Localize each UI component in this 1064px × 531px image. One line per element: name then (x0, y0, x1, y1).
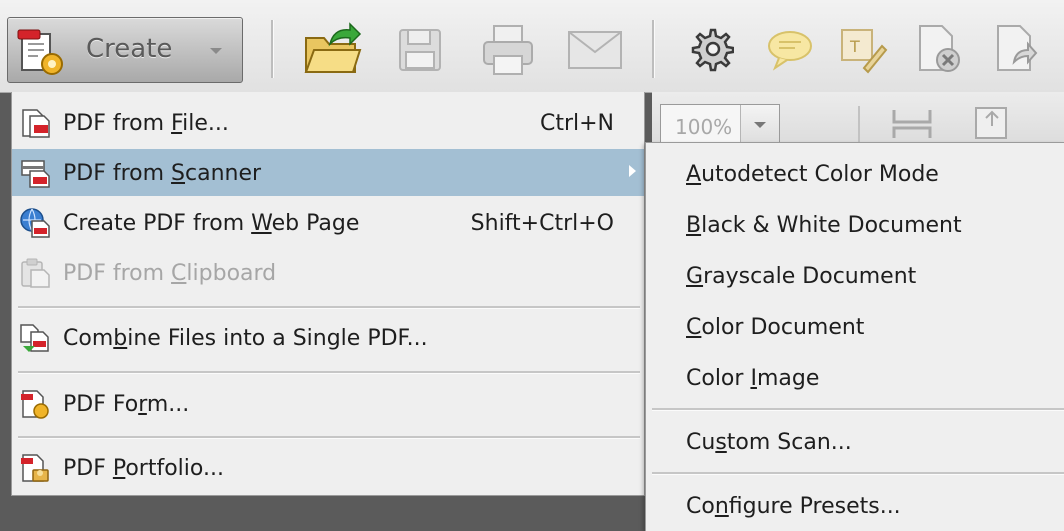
share-file-icon[interactable] (990, 22, 1042, 76)
menu-shortcut: Ctrl+N (539, 111, 614, 136)
fit-page-icon[interactable] (970, 104, 1014, 142)
menu-item-label: PDF Form... (63, 392, 190, 417)
toolbar-separator (271, 20, 274, 78)
submenu-item-autodetect-color-mode[interactable]: Autodetect Color Mode (646, 149, 1064, 197)
submenu-item-label: Color Document (686, 315, 865, 340)
submenu-item-label: Grayscale Document (686, 264, 917, 289)
menu-item-pdf-portfolio[interactable]: PDF Portfolio... (12, 444, 644, 491)
submenu-item-grayscale-document[interactable]: Grayscale Document (646, 251, 1064, 299)
menu-item-pdf-from-clipboard[interactable]: PDF from Clipboard (12, 249, 644, 296)
svg-text:T: T (849, 37, 860, 56)
submenu-item-label: Configure Presets... (686, 494, 901, 519)
create-button[interactable]: Create (7, 17, 243, 83)
create-label: Create (86, 34, 173, 64)
scanner-icon (21, 160, 50, 188)
open-folder-icon[interactable] (302, 22, 362, 78)
menu-item-label: PDF from Scanner (63, 161, 262, 186)
menu-item-label: Create PDF from Web Page (63, 211, 360, 236)
menu-item-pdf-from-file[interactable]: PDF from File... Ctrl+N (12, 99, 644, 146)
web-page-icon (20, 208, 50, 238)
delete-file-icon[interactable] (912, 22, 964, 76)
create-menu: PDF from File... Ctrl+N PDF from Scanner… (11, 92, 645, 496)
save-icon[interactable] (394, 24, 446, 76)
print-icon[interactable] (480, 22, 536, 78)
chevron-down-icon (210, 48, 222, 54)
gear-icon[interactable] (688, 26, 734, 72)
menu-separator (652, 472, 1064, 475)
menu-item-create-pdf-from-web-page[interactable]: Create PDF from Web Page Shift+Ctrl+O (12, 199, 644, 246)
toolbar-separator (652, 20, 655, 78)
toolbar-separator (858, 106, 860, 142)
submenu-item-configure-presets[interactable]: Configure Presets... (646, 481, 1064, 529)
menu-separator (652, 408, 1064, 411)
menu-item-label: PDF from File... (63, 111, 229, 136)
zoom-select[interactable]: 100% (660, 104, 780, 144)
zoom-value: 100% (675, 115, 733, 139)
clipboard-icon (21, 258, 50, 288)
comment-icon[interactable] (765, 28, 815, 72)
menu-item-label: Combine Files into a Single PDF... (63, 326, 428, 351)
menu-item-label: PDF Portfolio... (63, 456, 224, 481)
pdf-form-icon (21, 390, 49, 419)
document-toolbar: 100% (652, 92, 1064, 146)
submenu-arrow-icon (629, 165, 636, 177)
submenu-item-custom-scan[interactable]: Custom Scan... (646, 417, 1064, 465)
submenu-item-label: Black & White Document (686, 213, 962, 238)
pdf-portfolio-icon (21, 454, 49, 482)
submenu-item-label: Autodetect Color Mode (686, 162, 939, 187)
sign-icon[interactable]: T (838, 24, 888, 74)
create-icon (17, 29, 63, 75)
submenu-item-label: Custom Scan... (686, 430, 852, 455)
scanner-submenu: Autodetect Color Mode Black & White Docu… (645, 142, 1064, 531)
submenu-item-black-white-document[interactable]: Black & White Document (646, 200, 1064, 248)
menu-item-pdf-from-scanner[interactable]: PDF from Scanner (12, 149, 644, 196)
submenu-item-label: Color Image (686, 366, 820, 391)
chevron-down-icon[interactable] (740, 105, 779, 143)
submenu-item-color-image[interactable]: Color Image (646, 353, 1064, 401)
pdf-from-file-icon (22, 109, 50, 138)
email-icon[interactable] (566, 28, 624, 72)
menu-item-combine-files[interactable]: Combine Files into a Single PDF... (12, 314, 644, 361)
menu-shortcut: Shift+Ctrl+O (470, 211, 614, 236)
menu-item-label: PDF from Clipboard (63, 261, 277, 286)
combine-files-icon (20, 324, 49, 352)
fit-width-icon[interactable] (890, 106, 934, 142)
menu-separator (18, 371, 640, 374)
menu-item-pdf-form[interactable]: PDF Form... (12, 380, 644, 427)
submenu-item-color-document[interactable]: Color Document (646, 302, 1064, 350)
menu-separator (18, 436, 640, 439)
menu-separator (18, 306, 640, 309)
main-toolbar: Create T (0, 0, 1064, 93)
